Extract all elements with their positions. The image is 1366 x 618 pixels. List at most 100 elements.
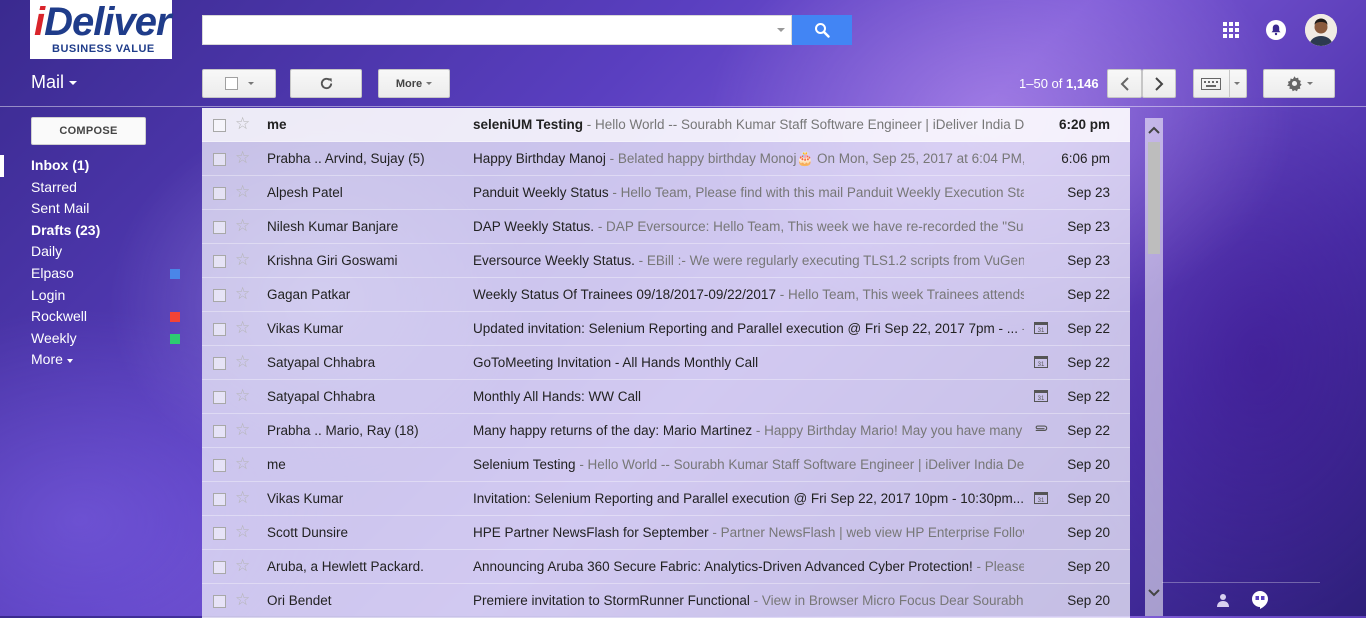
email-subject-line: Many happy returns of the day: Mario Mar…	[473, 423, 1024, 438]
email-subject: HPE Partner NewsFlash for September	[473, 525, 709, 540]
row-checkbox[interactable]	[213, 391, 226, 404]
sidebar-item-login[interactable]: Login	[0, 285, 190, 307]
email-sender: me	[267, 117, 287, 132]
sidebar-item-starred[interactable]: Starred	[0, 177, 190, 199]
email-subject: Updated invitation: Selenium Reporting a…	[473, 321, 1019, 336]
star-icon[interactable]: ☆	[235, 455, 250, 473]
email-subject: Monthly All Hands: WW Call	[473, 389, 642, 404]
email-snippet: - EBill :- We were regularly executing T…	[634, 253, 1024, 268]
sidebar-item-weekly[interactable]: Weekly	[0, 328, 190, 350]
sidebar-item-daily[interactable]: Daily	[0, 241, 190, 263]
older-button[interactable]	[1142, 69, 1176, 98]
email-row[interactable]: ☆ me seleniUM Testing - Hello World -- Sou…	[202, 108, 1130, 142]
sidebar-item-elpaso[interactable]: Elpaso	[0, 263, 190, 285]
email-row[interactable]: ☆ Gagan Patkar Weekly Status Of Trainees 0…	[202, 278, 1130, 312]
select-all-dropdown[interactable]	[202, 69, 276, 98]
row-checkbox[interactable]	[213, 187, 226, 200]
sidebar-item-more[interactable]: More	[0, 349, 190, 371]
email-subject: Weekly Status Of Trainees 09/18/2017-09/…	[473, 287, 776, 302]
star-icon[interactable]: ☆	[235, 319, 250, 337]
email-subject-line: Panduit Weekly Status - Hello Team, Plea…	[473, 185, 1024, 200]
email-row[interactable]: ☆ Krishna Giri Goswami Eversource Weekly S…	[202, 244, 1130, 278]
email-row[interactable]: ☆ Alpesh Patel Panduit Weekly Status - Hel…	[202, 176, 1130, 210]
star-icon[interactable]: ☆	[235, 251, 250, 269]
row-checkbox[interactable]	[213, 289, 226, 302]
email-row[interactable]: ☆ Satyapal Chhabra GoToMeeting Invitation …	[202, 346, 1130, 380]
row-checkbox[interactable]	[213, 425, 226, 438]
star-icon[interactable]: ☆	[235, 149, 250, 167]
email-row[interactable]: ☆ Satyapal Chhabra Monthly All Hands: WW C…	[202, 380, 1130, 414]
mail-switcher[interactable]: Mail	[31, 72, 78, 93]
label-color-swatch[interactable]	[170, 333, 180, 344]
newer-button[interactable]	[1107, 69, 1142, 98]
chevron-down-icon	[1148, 589, 1160, 597]
apps-button[interactable]	[1216, 15, 1246, 45]
star-icon[interactable]: ☆	[235, 523, 250, 541]
sidebar-item-rockwell[interactable]: Rockwell	[0, 306, 190, 328]
email-subject: Invitation: Selenium Reporting and Paral…	[473, 491, 1024, 506]
star-icon[interactable]: ☆	[235, 183, 250, 201]
contacts-person-icon[interactable]	[1216, 593, 1230, 607]
email-row[interactable]: ☆ Aruba, a Hewlett Packard. Announcing Aru…	[202, 550, 1130, 584]
ideliver-logo[interactable]: iDeliver BUSINESS VALUE	[30, 0, 172, 59]
email-subject: GoToMeeting Invitation - All Hands Month…	[473, 355, 759, 370]
sidebar-item-inbox[interactable]: Inbox (1)	[0, 155, 190, 177]
hangouts-icon[interactable]	[1252, 591, 1268, 609]
star-icon[interactable]: ☆	[235, 489, 250, 507]
star-icon[interactable]: ☆	[235, 353, 250, 371]
email-snippet: - Hello Team, Please find with this mail…	[608, 185, 1024, 200]
star-icon[interactable]: ☆	[235, 421, 250, 439]
star-icon[interactable]: ☆	[235, 115, 250, 133]
row-checkbox[interactable]	[213, 153, 226, 166]
search-input[interactable]	[202, 15, 792, 45]
star-icon[interactable]: ☆	[235, 557, 250, 575]
email-date: 6:06 pm	[1061, 151, 1110, 166]
star-icon[interactable]: ☆	[235, 285, 250, 303]
scroll-up-button[interactable]	[1146, 122, 1162, 138]
row-checkbox[interactable]	[213, 255, 226, 268]
input-tools-button[interactable]	[1193, 69, 1247, 98]
row-checkbox[interactable]	[213, 459, 226, 472]
chevron-down-icon	[69, 81, 78, 86]
email-row[interactable]: ☆ Prabha .. Arvind, Sujay (5) Happy Birthd…	[202, 142, 1130, 176]
page-of-label: of	[1051, 76, 1063, 91]
more-actions-button[interactable]: More	[378, 69, 450, 98]
email-sender: Satyapal Chhabra	[267, 355, 376, 370]
row-checkbox[interactable]	[213, 493, 226, 506]
row-checkbox[interactable]	[213, 527, 226, 540]
email-row[interactable]: ☆ Ori Bendet Premiere invitation to StormR…	[202, 584, 1130, 618]
account-avatar[interactable]	[1305, 14, 1337, 46]
row-checkbox[interactable]	[213, 221, 226, 234]
row-checkbox[interactable]	[213, 561, 226, 574]
email-date: Sep 22	[1067, 423, 1110, 438]
star-icon[interactable]: ☆	[235, 591, 250, 609]
star-icon[interactable]: ☆	[235, 387, 250, 405]
notifications-button[interactable]	[1262, 15, 1290, 45]
scroll-down-button[interactable]	[1146, 585, 1162, 601]
email-row[interactable]: ☆ Nilesh Kumar Banjare DAP Weekly Status. …	[202, 210, 1130, 244]
search-options-caret-icon[interactable]	[777, 28, 785, 32]
pagination-info: 1–50 of 1,146	[1019, 76, 1099, 91]
email-row[interactable]: ☆ me Selenium Testing - Hello World -- Sou…	[202, 448, 1130, 482]
scrollbar-thumb[interactable]	[1148, 142, 1160, 254]
label-color-swatch[interactable]	[170, 312, 180, 323]
gear-icon	[1286, 76, 1302, 92]
row-checkbox[interactable]	[213, 357, 226, 370]
email-row[interactable]: ☆ Vikas Kumar Updated invitation: Selenium…	[202, 312, 1130, 346]
compose-button[interactable]: COMPOSE	[31, 117, 146, 145]
email-snippet: - Happy Birthday Mario! May you have man…	[755, 423, 1024, 438]
email-row[interactable]: ☆ Prabha .. Mario, Ray (18) Many happy ret…	[202, 414, 1130, 448]
settings-button[interactable]	[1263, 69, 1335, 98]
sidebar-item-drafts[interactable]: Drafts (23)	[0, 220, 190, 242]
search-button[interactable]	[792, 15, 852, 45]
sidebar-item-sent-mail[interactable]: Sent Mail	[0, 198, 190, 220]
star-icon[interactable]: ☆	[235, 217, 250, 235]
row-checkbox[interactable]	[213, 119, 226, 132]
refresh-button[interactable]	[290, 69, 362, 98]
email-subject: Premiere invitation to StormRunner Funct…	[473, 593, 750, 608]
row-checkbox[interactable]	[213, 595, 226, 608]
row-checkbox[interactable]	[213, 323, 226, 336]
label-color-swatch[interactable]	[170, 268, 180, 279]
email-row[interactable]: ☆ Scott Dunsire HPE Partner NewsFlash for …	[202, 516, 1130, 550]
email-row[interactable]: ☆ Vikas Kumar Invitation: Selenium Reporti…	[202, 482, 1130, 516]
